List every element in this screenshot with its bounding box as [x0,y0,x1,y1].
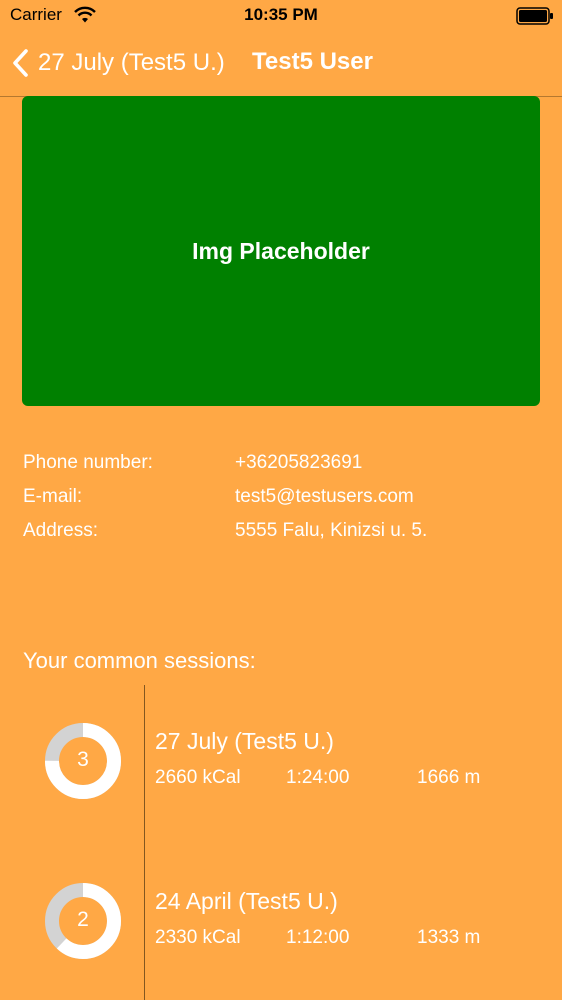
phone-row: Phone number: +36205823691 [23,446,543,480]
session-duration: 1:24:00 [286,767,350,788]
status-bar: Carrier 10:35 PM [0,0,562,32]
session-item[interactable]: 2 24 April (Test5 U.) 2330 kCal 1:12:00 … [0,864,562,974]
address-label: Address: [23,520,98,541]
page-title: Test5 User [252,48,373,75]
phone-value[interactable]: +36205823691 [235,452,362,474]
session-count: 2 [77,908,89,931]
clock-time: 10:35 PM [244,5,318,24]
session-count: 3 [77,748,89,771]
session-duration: 1:12:00 [286,927,350,948]
email-label: E-mail: [23,486,83,507]
contact-info: Phone number: +36205823691 E-mail: test5… [23,446,543,548]
address-value: 5555 Falu, Kinizsi u. 5. [235,520,428,541]
back-button[interactable]: 27 July (Test5 U.) [10,46,225,80]
phone-label: Phone number: [23,452,153,473]
email-row: E-mail: test5@testusers.com [23,480,543,514]
session-distance: 1666 m [417,767,481,788]
session-kcal: 2330 kCal [155,927,241,948]
session-distance: 1333 m [417,927,481,948]
profile-image-placeholder: Img Placeholder [22,96,540,406]
session-item[interactable]: 3 27 July (Test5 U.) 2660 kCal 1:24:00 1… [0,704,562,814]
session-title: 27 July (Test5 U.) [155,728,334,754]
battery-icon [516,7,553,25]
chevron-left-icon [13,49,28,77]
email-value[interactable]: test5@testusers.com [235,486,414,508]
navigation-bar: 27 July (Test5 U.) Test5 User [0,32,562,97]
session-title: 24 April (Test5 U.) [155,888,338,914]
address-row: Address: 5555 Falu, Kinizsi u. 5. [23,514,543,548]
session-kcal: 2660 kCal [155,767,241,788]
image-placeholder-label: Img Placeholder [192,237,370,264]
sessions-heading: Your common sessions: [23,648,256,673]
back-button-label: 27 July (Test5 U.) [38,49,225,76]
